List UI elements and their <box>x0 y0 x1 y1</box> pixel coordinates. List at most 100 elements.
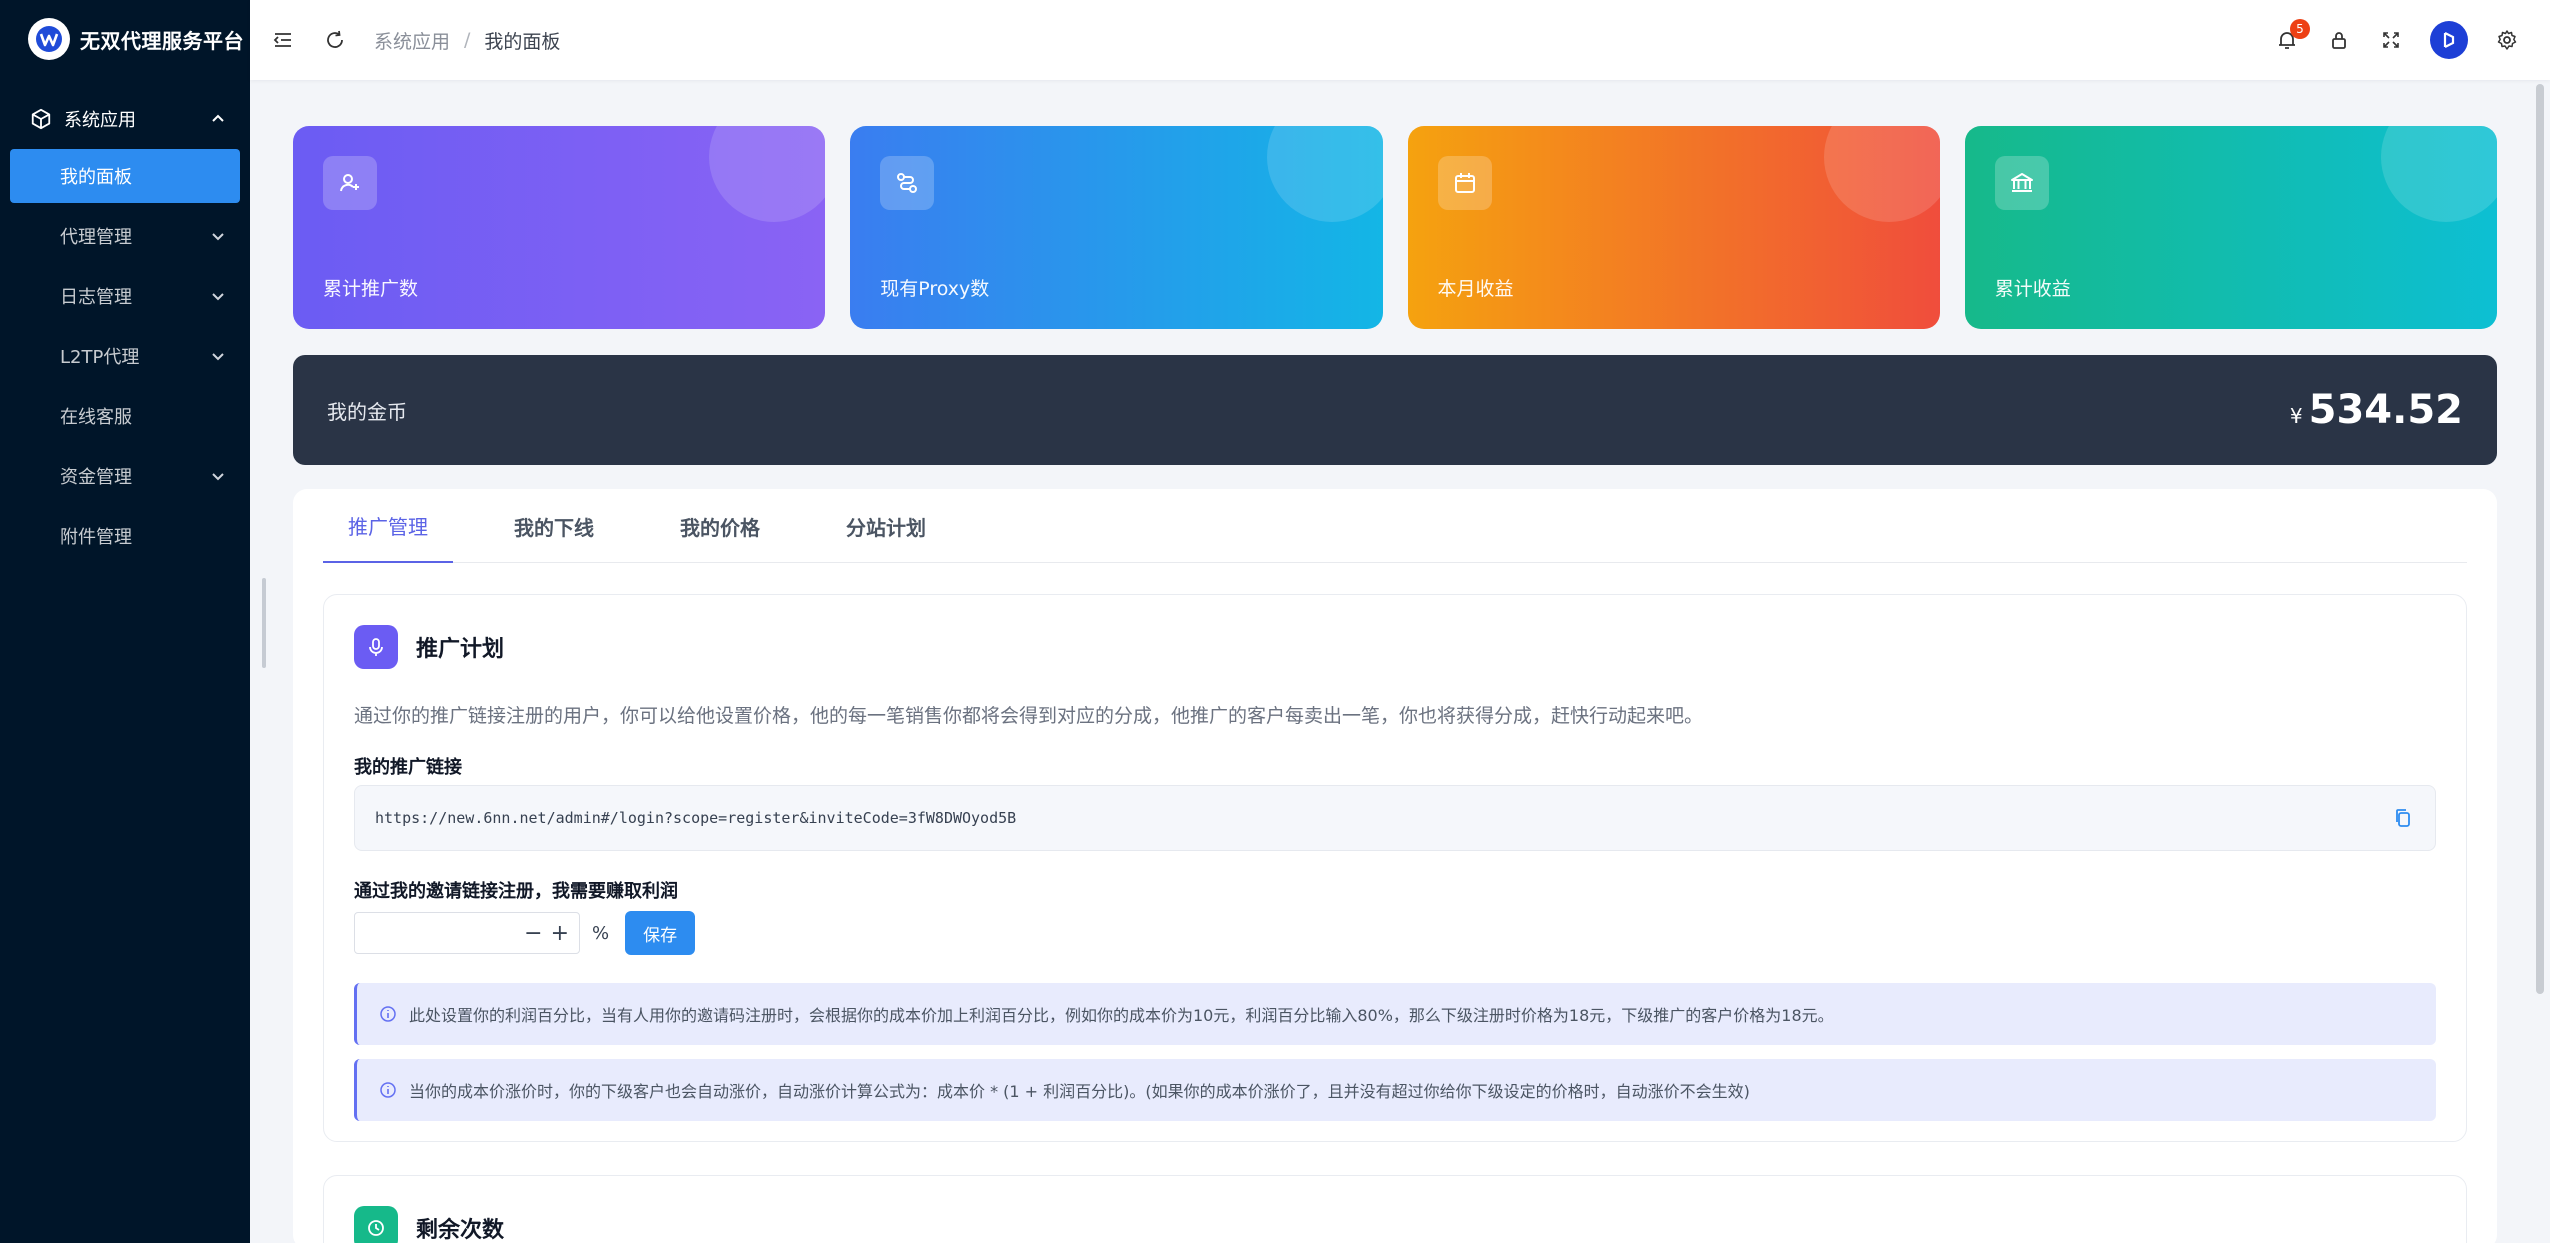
sidebar-item-label: L2TP代理 <box>60 347 140 368</box>
sidebar-item-label: 代理管理 <box>60 227 132 248</box>
remaining-count-card: 剩余次数 <box>323 1175 2467 1243</box>
sidebar-item-label: 日志管理 <box>60 287 132 308</box>
notification-badge: 5 <box>2290 19 2310 39</box>
clock-icon <box>354 1206 398 1243</box>
chevron-up-icon <box>212 114 224 122</box>
increment-button[interactable]: + <box>551 921 569 946</box>
sidebar-item-label: 我的面板 <box>60 167 132 188</box>
refresh-icon <box>327 30 343 48</box>
avatar[interactable] <box>2430 21 2468 59</box>
stat-label: 累计推广数 <box>323 278 419 300</box>
sidebar-item-support[interactable]: 在线客服 <box>0 386 250 446</box>
breadcrumb-separator: / <box>464 29 471 51</box>
fullscreen-button[interactable] <box>2378 27 2404 53</box>
note-text: 此处设置你的利润百分比，当有人用你的邀请码注册时，会根据你的成本价加上利润百分比… <box>409 1006 1834 1025</box>
promo-link-label: 我的推广链接 <box>354 757 462 778</box>
sidebar-item-dashboard[interactable]: 我的面板 <box>10 149 240 203</box>
decorative-circle <box>2381 126 2497 222</box>
save-button[interactable]: 保存 <box>625 911 696 955</box>
tab-downline[interactable]: 我的下线 <box>489 489 619 563</box>
sidebar-item-attachments[interactable]: 附件管理 <box>0 506 250 566</box>
brand[interactable]: 无双代理服务平台 <box>0 0 250 78</box>
sidebar-item-l2tp[interactable]: L2TP代理 <box>0 326 250 386</box>
settings-button[interactable] <box>2494 27 2520 53</box>
promo-plan-title: 推广计划 <box>416 637 505 662</box>
stat-card-total-income: 累计收益 <box>1964 126 2497 329</box>
notifications-button[interactable]: 5 <box>2274 19 2310 53</box>
decorative-circle <box>1823 126 1940 222</box>
tab-promotion[interactable]: 推广管理 <box>323 489 453 563</box>
decrement-button[interactable]: − <box>524 921 542 946</box>
promo-plan-card: 推广计划 通过你的推广链接注册的用户，你可以给他设置价格，他的每一笔销售你都将会… <box>323 594 2467 1142</box>
brand-title: 无双代理服务平台 <box>80 28 244 53</box>
profit-input[interactable] <box>365 923 517 943</box>
sidebar-item-funds[interactable]: 资金管理 <box>0 446 250 506</box>
stat-cards: 累计推广数 现有Proxy数 本月收益 累计收益 <box>293 126 2497 329</box>
currency-symbol: ¥ <box>2289 404 2303 428</box>
sidebar-resize-handle[interactable] <box>262 578 266 668</box>
chevron-down-icon <box>212 233 224 241</box>
decorative-circle <box>709 126 826 222</box>
tab-substation[interactable]: 分站计划 <box>821 489 951 563</box>
gold-label: 我的金币 <box>327 399 407 424</box>
percent-sign: % <box>592 922 610 944</box>
sidebar-item-label: 在线客服 <box>60 407 132 428</box>
gold-balance-banner: 我的金币 ¥ 534.52 <box>293 355 2497 465</box>
lock-icon <box>2332 32 2346 49</box>
stat-label: 现有Proxy数 <box>880 278 990 300</box>
remaining-title: 剩余次数 <box>416 1218 505 1243</box>
sidebar-item-proxy[interactable]: 代理管理 <box>0 206 250 266</box>
remaining-header: 剩余次数 <box>354 1206 504 1243</box>
refresh-button[interactable] <box>322 27 348 53</box>
profit-note-1: 此处设置你的利润百分比，当有人用你的邀请码注册时，会根据你的成本价加上利润百分比… <box>354 983 2436 1045</box>
info-icon <box>380 1082 396 1098</box>
gear-icon <box>2497 30 2517 50</box>
promo-link-box: https://new.6nn.net/admin#/login?scope=r… <box>354 785 2436 851</box>
copy-icon[interactable] <box>2391 806 2415 830</box>
chevron-down-icon <box>212 473 224 481</box>
stat-label: 本月收益 <box>1437 278 1514 300</box>
profit-note-2: 当你的成本价涨价时，你的下级客户也会自动涨价，自动涨价计算公式为：成本价 * (… <box>354 1059 2436 1121</box>
breadcrumb-item[interactable]: 系统应用 <box>374 27 450 54</box>
promo-link-url[interactable]: https://new.6nn.net/admin#/login?scope=r… <box>375 809 2391 827</box>
user-plus-icon <box>323 156 377 210</box>
stat-card-promotions: 累计推广数 <box>293 126 826 329</box>
stat-label: 累计收益 <box>1994 278 2071 300</box>
sidebar: 无双代理服务平台 系统应用 我的面板 代理管理 日志管理 L2TP代理 在线客服… <box>0 0 250 1243</box>
collapse-menu-button[interactable] <box>270 27 296 53</box>
calendar-icon <box>1437 156 1492 210</box>
breadcrumb-current: 我的面板 <box>484 30 561 53</box>
route-icon <box>880 156 935 210</box>
header-actions: 5 <box>2248 0 2550 80</box>
top-header: 系统应用 / 我的面板 5 <box>250 0 2550 80</box>
microphone-icon <box>354 625 398 669</box>
menu-group-label: 系统应用 <box>64 110 136 131</box>
profit-input-row: − + % 保存 <box>354 911 696 955</box>
sidebar-menu: 系统应用 我的面板 代理管理 日志管理 L2TP代理 在线客服 资金管理 附件管… <box>0 92 250 566</box>
sidebar-item-label: 资金管理 <box>60 467 132 488</box>
breadcrumb: 系统应用 / 我的面板 <box>374 27 560 54</box>
bank-icon <box>1994 156 2049 210</box>
profit-stepper: − + <box>354 912 580 954</box>
logo-icon <box>28 18 70 60</box>
tab-my-price[interactable]: 我的价格 <box>655 489 785 563</box>
stat-card-proxies: 现有Proxy数 <box>850 126 1383 329</box>
page-scrollbar[interactable] <box>2536 84 2544 994</box>
promo-plan-description: 通过你的推广链接注册的用户，你可以给他设置价格，他的每一笔销售你都将会得到对应的… <box>354 705 1704 727</box>
decorative-circle <box>1266 126 1383 222</box>
cube-icon <box>31 108 51 130</box>
lock-screen-button[interactable] <box>2326 27 2352 53</box>
tab-bar: 推广管理 我的下线 我的价格 分站计划 <box>323 489 2467 563</box>
menu-group-system[interactable]: 系统应用 <box>0 92 250 146</box>
profit-label: 通过我的邀请链接注册，我需要赚取利润 <box>354 881 678 902</box>
chevron-down-icon <box>212 293 224 301</box>
main-panel: 推广管理 我的下线 我的价格 分站计划 推广计划 通过你的推广链接注册的用户，你… <box>293 489 2497 1243</box>
menu-fold-icon <box>273 33 291 47</box>
note-text: 当你的成本价涨价时，你的下级客户也会自动涨价，自动涨价计算公式为：成本价 * (… <box>409 1082 1750 1101</box>
avatar-icon <box>2443 32 2455 48</box>
promo-plan-header: 推广计划 <box>354 625 504 669</box>
fullscreen-icon <box>2383 32 2399 48</box>
stat-card-monthly-income: 本月收益 <box>1407 126 1940 329</box>
sidebar-item-logs[interactable]: 日志管理 <box>0 266 250 326</box>
chevron-down-icon <box>212 353 224 361</box>
